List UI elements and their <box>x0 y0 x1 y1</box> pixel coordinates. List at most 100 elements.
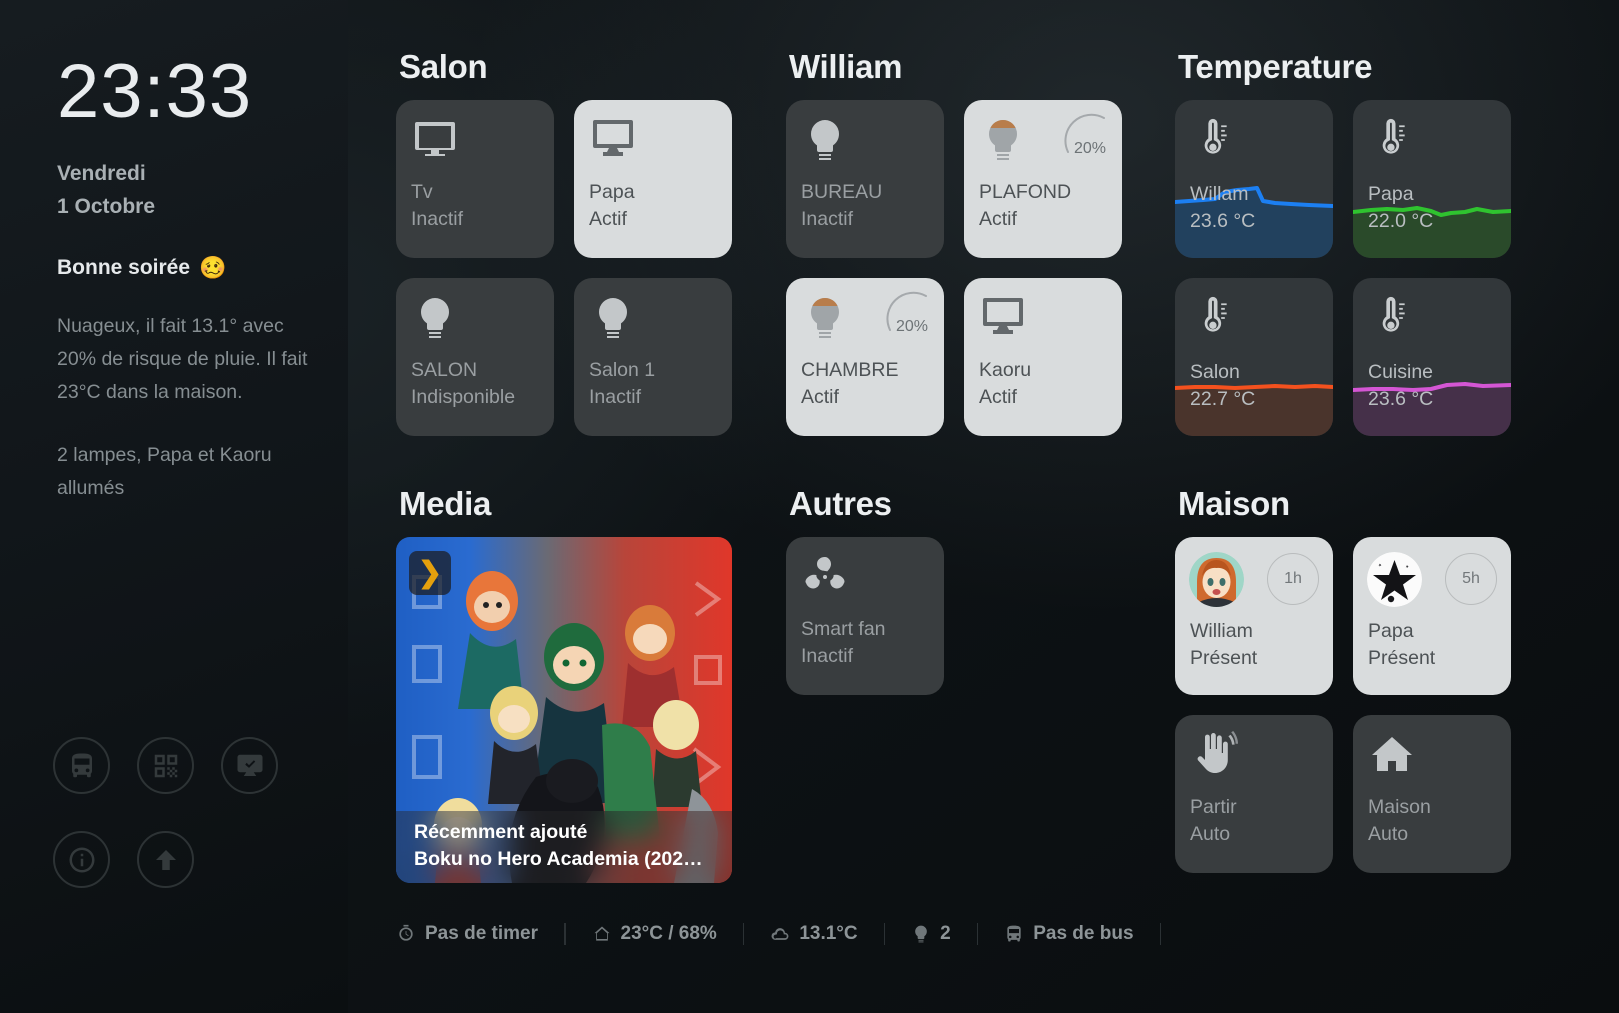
shortcut-row-2 <box>53 831 194 888</box>
scene-name: Maison <box>1368 795 1431 821</box>
thermometer-icon <box>1190 294 1234 347</box>
avatar <box>1189 552 1244 607</box>
tile-state: Inactif <box>801 207 853 233</box>
tile-person-papa[interactable]: ★ ★ 5h Papa Présent <box>1353 537 1511 695</box>
section-title-william: William <box>789 48 1122 86</box>
home-icon <box>1368 731 1496 789</box>
status-label: 23°C / 68% <box>621 923 717 945</box>
tile-name: SALON <box>411 358 477 384</box>
tile-state: Inactif <box>801 644 853 670</box>
thermometer-icon <box>1368 116 1412 169</box>
scene-name: Partir <box>1190 795 1237 821</box>
upload-arrow-icon[interactable] <box>137 831 194 888</box>
tile-temp-willam[interactable]: Willam 23.6 °C <box>1175 100 1333 258</box>
thermometer-icon <box>1190 116 1234 169</box>
bus-icon[interactable] <box>53 737 110 794</box>
section-title-salon: Salon <box>399 48 732 86</box>
monitor-check-icon[interactable] <box>221 737 278 794</box>
bulb-icon <box>911 924 931 944</box>
status-indoor-climate[interactable]: 23°C / 68% <box>566 923 743 945</box>
clock: 23:33 <box>57 54 348 130</box>
tile-state: Inactif <box>589 385 641 411</box>
media-footer: Récemment ajouté Boku no Hero Academia (… <box>396 811 732 883</box>
temperature-tile-grid: Willam 23.6 °C Papa 22.0 °C <box>1175 100 1511 436</box>
bulb-icon <box>589 294 717 352</box>
tile-temp-salon[interactable]: Salon 22.7 °C <box>1175 278 1333 436</box>
status-label: 13.1°C <box>799 923 857 945</box>
weather-summary: Nuageux, il fait 13.1° avec 20% de risqu… <box>57 310 309 409</box>
avatar: ★ ★ <box>1367 552 1422 607</box>
anime-girl-avatar <box>1189 552 1244 607</box>
media-card[interactable]: ❯ Récemment ajouté Boku no Hero Academia… <box>396 537 732 883</box>
status-outdoor-temp[interactable]: 13.1°C <box>744 923 883 945</box>
tile-scene-maison[interactable]: Maison Auto <box>1353 715 1511 873</box>
dashboard-screen: 23:33 Vendredi 1 Octobre Bonne soirée 🥴 … <box>0 0 1619 1013</box>
timer-icon <box>396 924 416 944</box>
tile-name: Smart fan <box>801 617 886 643</box>
sensor-value: 22.7 °C <box>1190 388 1255 411</box>
section-temperature: Temperature Willam 23.6 °C <box>1175 48 1511 436</box>
maison-tile-grid: 1h William Présent ★ ★ <box>1175 537 1511 873</box>
sensor-value: 22.0 °C <box>1368 210 1433 233</box>
thermometer-icon <box>1368 294 1412 347</box>
tile-salon-light[interactable]: SALON Indisponible <box>396 278 554 436</box>
brightness-value: 20% <box>896 318 928 336</box>
last-seen-badge: 5h <box>1445 553 1497 605</box>
tile-state: Actif <box>979 207 1017 233</box>
tile-plafond-light[interactable]: 20% PLAFOND Actif <box>964 100 1122 258</box>
tile-papa-monitor[interactable]: Papa Actif <box>574 100 732 258</box>
tile-name: Salon 1 <box>589 358 655 384</box>
greeting-text: Bonne soirée <box>57 256 190 280</box>
bulb-icon <box>801 116 929 174</box>
status-label: 2 <box>940 923 951 945</box>
lights-summary: 2 lampes, Papa et Kaoru allumés <box>57 439 309 505</box>
tile-name: CHAMBRE <box>801 358 899 384</box>
weekday: Vendredi <box>57 158 348 191</box>
tile-kaoru-monitor[interactable]: Kaoru Actif <box>964 278 1122 436</box>
tile-salon-1-light[interactable]: Salon 1 Inactif <box>574 278 732 436</box>
tile-person-william[interactable]: 1h William Présent <box>1175 537 1333 695</box>
status-label: Pas de bus <box>1033 923 1133 945</box>
info-icon[interactable] <box>53 831 110 888</box>
section-maison: Maison <box>1175 485 1511 873</box>
section-william: William BUREAU Inactif 20% <box>786 48 1122 436</box>
greeting-emoji-icon: 🥴 <box>199 255 226 281</box>
person-name: William <box>1190 620 1253 643</box>
tile-bureau-light[interactable]: BUREAU Inactif <box>786 100 944 258</box>
status-bus[interactable]: Pas de bus <box>978 923 1159 945</box>
section-autres: Autres Smart fan Inactif <box>786 485 1122 695</box>
scene-state: Auto <box>1190 822 1230 848</box>
tile-smart-fan[interactable]: Smart fan Inactif <box>786 537 944 695</box>
section-title-maison: Maison <box>1178 485 1511 523</box>
media-title: Boku no Hero Academia (202… <box>414 846 732 873</box>
date: 1 Octobre <box>57 191 348 224</box>
section-salon: Salon Tv Inactif Papa Actif <box>396 48 732 436</box>
tile-tv[interactable]: Tv Inactif <box>396 100 554 258</box>
plex-chevron-icon: ❯ <box>409 551 451 595</box>
star-logo-avatar: ★ ★ <box>1367 552 1422 607</box>
tile-name: Papa <box>589 180 635 206</box>
tile-temp-papa[interactable]: Papa 22.0 °C <box>1353 100 1511 258</box>
tile-temp-cuisine[interactable]: Cuisine 23.6 °C <box>1353 278 1511 436</box>
cloud-icon <box>770 924 790 944</box>
person-name: Papa <box>1368 620 1414 643</box>
tile-state: Actif <box>801 385 839 411</box>
qrcode-icon[interactable] <box>137 737 194 794</box>
date-block: Vendredi 1 Octobre <box>57 158 348 223</box>
bus-icon <box>1004 924 1024 944</box>
monitor-icon <box>589 116 717 174</box>
status-lights-count[interactable]: 2 <box>885 923 977 945</box>
status-label: Pas de timer <box>425 923 538 945</box>
tile-chambre-light[interactable]: 20% CHAMBRE Actif <box>786 278 944 436</box>
person-state: Présent <box>1190 647 1257 670</box>
last-seen-badge: 1h <box>1267 553 1319 605</box>
section-title-media: Media <box>399 485 732 523</box>
monitor-icon <box>979 294 1107 352</box>
section-media: Media <box>396 485 732 883</box>
status-bar: Pas de timer 23°C / 68% 13.1°C 2 Pas de … <box>396 923 1161 945</box>
tile-state: Actif <box>589 207 627 233</box>
tile-scene-partir[interactable]: Partir Auto <box>1175 715 1333 873</box>
status-timer[interactable]: Pas de timer <box>396 923 564 945</box>
waving-hand-icon <box>1190 731 1318 789</box>
sensor-value: 23.6 °C <box>1368 388 1433 411</box>
